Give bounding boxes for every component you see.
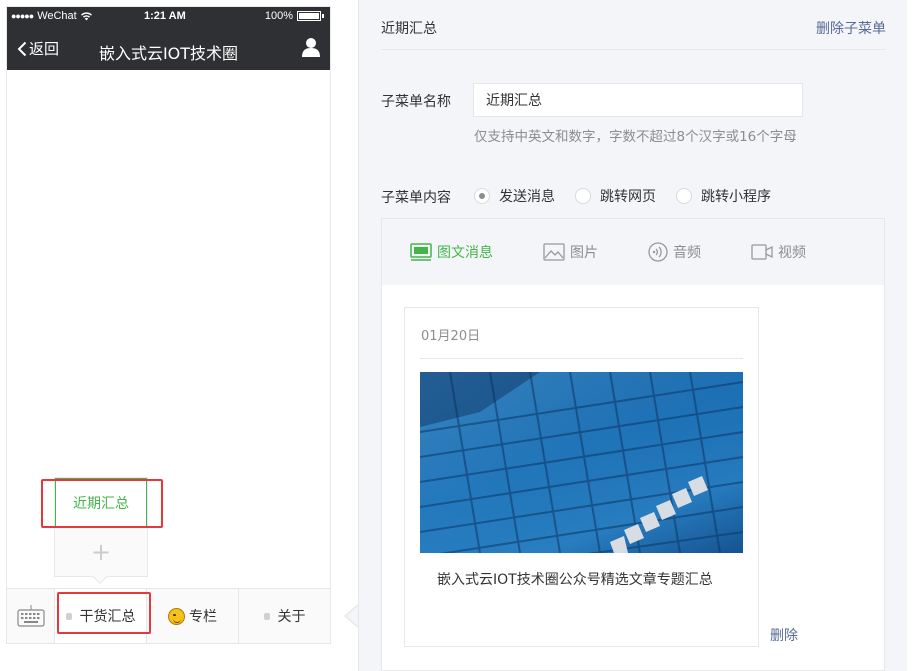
card-divider	[420, 358, 743, 359]
menu-item-label: 干货汇总	[79, 609, 136, 625]
menu-dot-icon	[65, 612, 72, 620]
tab-label: 音频	[673, 245, 701, 261]
tab-news[interactable]: 图文消息	[410, 242, 493, 262]
submenu-name-label: 子菜单名称	[381, 94, 451, 110]
keyboard-icon	[16, 605, 45, 627]
menu-item-column[interactable]: 专栏	[147, 589, 239, 643]
phone-preview: ●●●●● WeChat 1:21 AM 100% 返回 嵌入式云IOT技术圈 …	[6, 6, 331, 644]
tab-audio[interactable]: 音频	[648, 242, 701, 262]
panel-title: 近期汇总	[381, 21, 437, 37]
radio-label: 发送消息	[499, 189, 555, 205]
panel-header: 近期汇总 删除子菜单	[381, 0, 886, 50]
article-card[interactable]: 01月20日 嵌入式云IOT技术圈公众号精选文章专题汇总	[404, 307, 759, 647]
add-submenu-button[interactable]: +	[55, 528, 147, 576]
news-icon	[410, 243, 432, 261]
submenu-popup: 近期汇总 +	[54, 477, 148, 585]
wifi-icon	[80, 11, 92, 20]
article-date: 01月20日	[421, 329, 481, 344]
menu-item-label: 关于	[277, 609, 306, 625]
delete-submenu-link[interactable]: 删除子菜单	[816, 18, 886, 38]
smile-emoji-icon	[168, 607, 185, 625]
battery-cap	[322, 14, 324, 18]
menu-bar: 干货汇总 专栏 关于	[7, 588, 330, 643]
menu-item-dry-goods[interactable]: 干货汇总	[55, 589, 147, 643]
radio-jump-webpage[interactable]: 跳转网页	[575, 186, 656, 206]
radio-circle-icon	[474, 188, 490, 204]
article-cover-image	[420, 372, 743, 553]
content-type-radio-group: 发送消息 跳转网页 跳转小程序	[474, 186, 771, 206]
keyboard-toggle[interactable]	[7, 589, 55, 643]
radio-circle-icon	[676, 188, 692, 204]
menu-item-about[interactable]: 关于	[239, 589, 330, 643]
remove-article-link[interactable]: 删除	[770, 625, 798, 645]
carrier-label: WeChat	[37, 10, 77, 22]
article-title: 嵌入式云IOT技术圈公众号精选文章专题汇总	[437, 572, 713, 588]
radio-send-message[interactable]: 发送消息	[474, 186, 555, 206]
tab-label: 图文消息	[437, 245, 493, 261]
submenu-item-recent[interactable]: 近期汇总	[55, 478, 147, 528]
battery-label: 100%	[264, 10, 293, 22]
user-icon[interactable]	[302, 37, 320, 61]
message-content-box: 图文消息 图片 音频 视频 01月20日 嵌入式云IOT技术圈公众号精选文章专题…	[381, 218, 885, 671]
audio-icon	[648, 242, 668, 262]
clock: 1:21 AM	[144, 10, 186, 22]
panel-pointer	[344, 604, 359, 628]
video-icon	[751, 244, 773, 260]
signal-icon: ●●●●●	[11, 11, 34, 21]
tab-label: 图片	[570, 245, 598, 261]
status-bar: ●●●●● WeChat 1:21 AM 100%	[7, 7, 330, 27]
submenu-name-input[interactable]	[473, 83, 803, 117]
radio-jump-miniprogram[interactable]: 跳转小程序	[676, 186, 771, 206]
page-title: 嵌入式云IOT技术圈	[98, 44, 239, 63]
tab-label: 视频	[778, 245, 806, 261]
message-type-tabs: 图文消息 图片 音频 视频	[382, 219, 884, 285]
menu-item-label: 专栏	[189, 609, 217, 625]
tab-video[interactable]: 视频	[751, 242, 806, 262]
radio-label: 跳转网页	[600, 189, 656, 205]
image-icon	[543, 243, 565, 261]
radio-circle-icon	[575, 188, 591, 204]
name-hint: 仅支持中英文和数字，字数不超过8个汉字或16个字母	[474, 129, 797, 145]
tab-image[interactable]: 图片	[543, 242, 598, 262]
status-left: ●●●●● WeChat	[11, 10, 92, 22]
radio-label: 跳转小程序	[701, 189, 771, 205]
menu-dot-icon	[263, 612, 270, 620]
battery-icon	[297, 11, 321, 21]
submenu-content-label: 子菜单内容	[381, 190, 451, 206]
nav-bar: 返回 嵌入式云IOT技术圈	[7, 27, 330, 70]
status-right: 100%	[265, 10, 324, 22]
